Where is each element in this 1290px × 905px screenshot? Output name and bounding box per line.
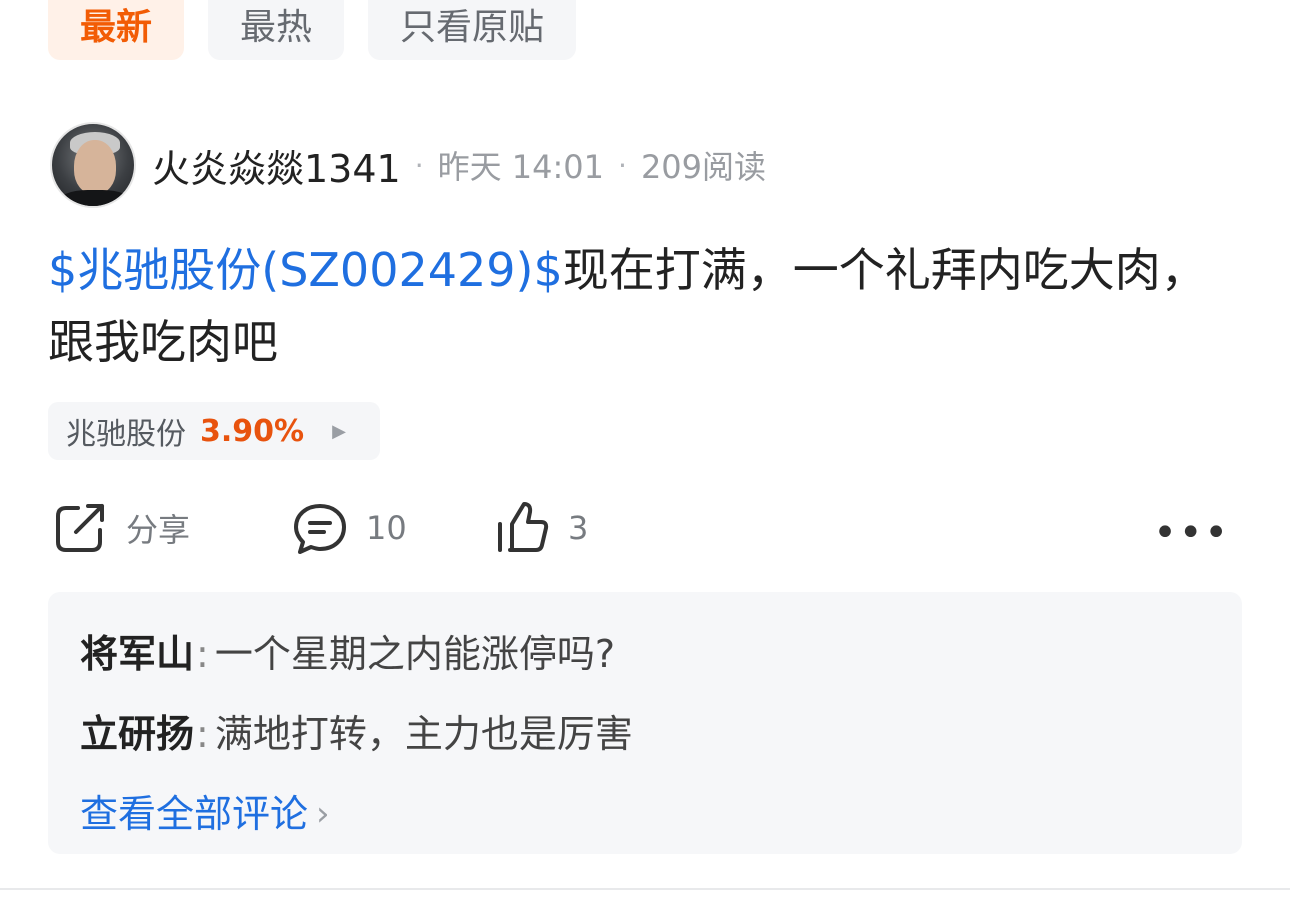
author-name[interactable]: 火炎焱燚1341 <box>152 138 401 193</box>
comments-preview: 将军山: 一个星期之内能涨停吗? 立研扬: 满地打转，主力也是厉害 查看全部评论 › <box>48 592 1242 854</box>
chevron-right-icon: › <box>316 794 330 834</box>
divider <box>0 888 1290 890</box>
share-icon <box>56 504 104 552</box>
comment-item[interactable]: 立研扬: 满地打转，主力也是厉害 <box>80 694 1242 774</box>
comment-item[interactable]: 将军山: 一个星期之内能涨停吗? <box>80 614 1242 694</box>
post-header: 火炎焱燚1341 · 昨天 14:01 · 209阅读 <box>50 122 766 208</box>
post-time: 昨天 14:01 <box>437 148 605 186</box>
read-count: 209阅读 <box>640 148 767 186</box>
thumbs-up-icon <box>498 502 549 552</box>
avatar[interactable] <box>50 122 136 208</box>
separator-dot: · <box>618 148 627 182</box>
sort-tabs: 最新 最热 只看原贴 <box>48 0 577 60</box>
comment-icon <box>294 504 346 554</box>
comment-user[interactable]: 立研扬 <box>80 712 194 756</box>
more-options-icon[interactable]: ••• <box>1153 510 1230 556</box>
stock-change: 3.90% <box>200 413 305 449</box>
like-count: 3 <box>568 509 589 547</box>
stock-name: 兆驰股份 <box>66 417 186 452</box>
tab-hottest[interactable]: 最热 <box>208 0 345 60</box>
post-content[interactable]: $兆驰股份(SZ002429)$现在打满，一个礼拜内吃大肉，跟我吃肉吧 <box>48 234 1228 378</box>
tab-latest[interactable]: 最新 <box>48 0 185 60</box>
avatar-face <box>74 140 116 194</box>
stock-link[interactable]: $兆驰股份(SZ002429)$ <box>48 243 563 297</box>
comment-colon: : <box>196 712 209 756</box>
action-bar: 分享 10 3 ••• <box>52 500 1242 556</box>
comment-text: 满地打转，主力也是厉害 <box>214 712 633 756</box>
comment-count: 10 <box>366 509 407 547</box>
stock-quote-chip[interactable]: 兆驰股份 3.90% ▶ <box>48 402 380 460</box>
view-all-label: 查看全部评论 <box>80 792 309 836</box>
share-label: 分享 <box>126 511 191 549</box>
comment-button[interactable]: 10 <box>292 500 407 556</box>
post-page: 最新 最热 只看原贴 火炎焱燚1341 · 昨天 14:01 · 209阅读 $… <box>0 0 1290 905</box>
view-all-comments-link[interactable]: 查看全部评论 › <box>80 774 1242 854</box>
comment-text: 一个星期之内能涨停吗? <box>214 632 615 676</box>
like-button[interactable]: 3 <box>494 500 588 556</box>
comment-user[interactable]: 将军山 <box>80 632 194 676</box>
post-meta: · 昨天 14:01 · 209阅读 <box>401 142 766 188</box>
share-button[interactable]: 分享 <box>52 500 190 556</box>
separator-dot: · <box>414 148 424 182</box>
play-arrow-icon: ▶ <box>332 420 346 442</box>
avatar-shirt <box>58 190 132 206</box>
tab-original-only[interactable]: 只看原贴 <box>368 0 577 60</box>
comment-colon: : <box>196 632 209 676</box>
